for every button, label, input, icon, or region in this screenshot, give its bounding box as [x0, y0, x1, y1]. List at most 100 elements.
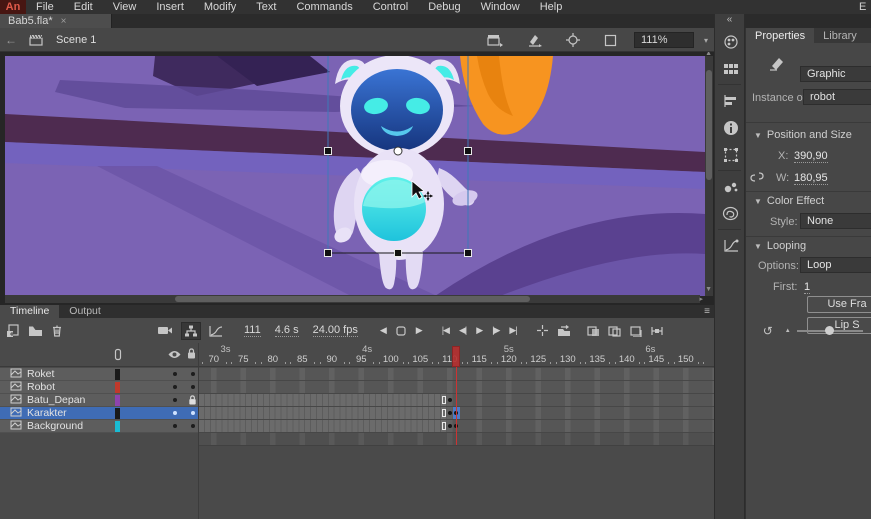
horizontal-scrollbar[interactable]: [5, 295, 700, 303]
app-logo[interactable]: An: [0, 0, 26, 14]
layer-row-roket[interactable]: Roket: [0, 368, 198, 381]
layer-lock-toggle[interactable]: [191, 372, 195, 376]
section-position-size[interactable]: ▼Position and Size: [754, 129, 852, 141]
step-forward-icon[interactable]: |▶: [492, 325, 499, 336]
layer-row-background[interactable]: Background: [0, 420, 198, 433]
menu-window[interactable]: Window: [471, 0, 530, 14]
first-frame-value[interactable]: 1: [804, 281, 810, 294]
layer-visibility-toggle[interactable]: [173, 411, 177, 415]
elapsed-time-value[interactable]: 4.6 s: [275, 324, 299, 337]
color-panel-icon[interactable]: [715, 28, 746, 55]
layer-visibility-toggle[interactable]: [173, 372, 177, 376]
go-to-first-frame-icon[interactable]: |◀: [442, 325, 449, 336]
go-to-last-frame-icon[interactable]: ▶|: [509, 325, 516, 336]
layer-row-karakter[interactable]: Karakter: [0, 407, 198, 420]
modify-markers-icon[interactable]: [650, 325, 664, 337]
vertical-scrollbar-thumb[interactable]: [706, 70, 712, 180]
layer-lock-toggle[interactable]: [191, 411, 195, 415]
layer-outline-color[interactable]: [115, 395, 120, 406]
transform-panel-icon[interactable]: [715, 141, 746, 168]
layer-outline-color[interactable]: [115, 369, 120, 380]
link-width-height-icon[interactable]: [750, 171, 764, 186]
horizontal-scrollbar-thumb[interactable]: [175, 296, 530, 302]
layer-row-robot[interactable]: Robot: [0, 381, 198, 394]
timeline-zoom-knob[interactable]: [825, 326, 834, 335]
symbol-type-dropdown[interactable]: Graphic: [800, 66, 871, 82]
frame-span[interactable]: [199, 394, 447, 406]
onion-skin-outlines-icon[interactable]: [608, 325, 621, 337]
info-panel-icon[interactable]: [715, 114, 746, 141]
menu-text[interactable]: Text: [246, 0, 286, 14]
zoom-dropdown-icon[interactable]: ▾: [704, 36, 708, 45]
timeline-zoom-slider[interactable]: [797, 330, 863, 332]
instance-name-field[interactable]: robot: [803, 89, 871, 105]
step-back-icon[interactable]: ◀|: [459, 325, 466, 336]
scroll-down-icon[interactable]: ▼: [705, 286, 712, 293]
align-panel-icon[interactable]: [715, 87, 746, 114]
layer-visibility-toggle[interactable]: [173, 398, 177, 402]
collapse-panels-icon[interactable]: «: [715, 14, 744, 28]
loop-range-icon[interactable]: [395, 325, 407, 337]
clip-content-icon[interactable]: [604, 34, 617, 47]
menu-commands[interactable]: Commands: [286, 0, 362, 14]
delete-layer-icon[interactable]: [51, 324, 63, 337]
scroll-right-icon[interactable]: ▸: [699, 296, 703, 303]
stage-canvas[interactable]: [5, 56, 705, 296]
reset-timeline-zoom-icon[interactable]: ↺: [763, 324, 773, 338]
menu-modify[interactable]: Modify: [194, 0, 246, 14]
layer-lock-toggle[interactable]: [191, 385, 195, 389]
loop-playback-icon[interactable]: [557, 325, 571, 337]
edit-multiple-frames-icon[interactable]: [629, 325, 642, 337]
frame-rate-value[interactable]: 24.00 fps: [313, 324, 358, 337]
center-stage-icon[interactable]: [566, 33, 580, 47]
tab-properties[interactable]: Properties: [746, 28, 814, 43]
stage[interactable]: ▲ ▼ ▸: [0, 52, 714, 305]
frame-span[interactable]: [199, 407, 447, 419]
back-icon[interactable]: ←: [0, 33, 22, 47]
use-frame-picker-button[interactable]: Use Fra: [807, 296, 871, 313]
motion-editor-panel-icon[interactable]: [715, 232, 746, 259]
menu-view[interactable]: View: [103, 0, 147, 14]
menu-debug[interactable]: Debug: [418, 0, 470, 14]
x-value[interactable]: 390,90: [794, 150, 828, 163]
stage-zoom-input[interactable]: 111%: [634, 32, 694, 48]
menu-file[interactable]: File: [26, 0, 64, 14]
document-tab[interactable]: Bab5.fla* ×: [0, 14, 112, 28]
frames-area[interactable]: 3s4s5s6s70758085909510010511011512012513…: [198, 343, 714, 519]
tab-output[interactable]: Output: [59, 305, 111, 318]
visibility-column-icon[interactable]: [168, 350, 181, 362]
edit-symbol-icon[interactable]: [527, 34, 542, 47]
show-parent-layers-icon[interactable]: [181, 322, 201, 340]
layer-row-batu_depan[interactable]: Batu_Depan: [0, 394, 198, 407]
menu-edit[interactable]: Edit: [64, 0, 103, 14]
scene-breadcrumb[interactable]: Scene 1: [56, 34, 96, 46]
layer-outline-color[interactable]: [115, 408, 120, 419]
layer-outline-color[interactable]: [115, 421, 120, 432]
menu-control[interactable]: Control: [363, 0, 418, 14]
show-tween-graph-icon[interactable]: [209, 325, 223, 337]
current-frame-value[interactable]: 111: [244, 324, 261, 337]
loop-options-dropdown[interactable]: Loop: [800, 257, 871, 273]
vertical-scrollbar[interactable]: [705, 56, 713, 296]
new-folder-icon[interactable]: [28, 325, 43, 337]
section-color-effect[interactable]: ▼Color Effect: [754, 195, 824, 207]
play-icon[interactable]: ▶: [476, 325, 482, 336]
zoom-out-frames-icon[interactable]: ▲: [785, 328, 791, 334]
brush-library-panel-icon[interactable]: [715, 173, 746, 200]
layer-visibility-toggle[interactable]: [173, 385, 177, 389]
step-forward-one-frame-icon[interactable]: ▶: [416, 325, 422, 336]
workspace-switcher[interactable]: E: [859, 0, 871, 14]
step-back-one-frame-icon[interactable]: ◀: [380, 325, 386, 336]
add-camera-icon[interactable]: [157, 325, 173, 336]
new-layer-icon[interactable]: [6, 324, 20, 337]
timeline-panel-menu-icon[interactable]: ≡: [704, 305, 710, 318]
tab-library[interactable]: Library: [814, 28, 866, 43]
section-looping[interactable]: ▼Looping: [754, 240, 806, 252]
center-frame-icon[interactable]: [536, 324, 549, 337]
keyframe[interactable]: [447, 394, 453, 406]
cc-libraries-panel-icon[interactable]: [715, 200, 746, 227]
lock-column-icon[interactable]: [187, 348, 196, 362]
layer-lock-toggle[interactable]: [191, 424, 195, 428]
layer-visibility-toggle[interactable]: [173, 424, 177, 428]
tab-timeline[interactable]: Timeline: [0, 305, 59, 318]
